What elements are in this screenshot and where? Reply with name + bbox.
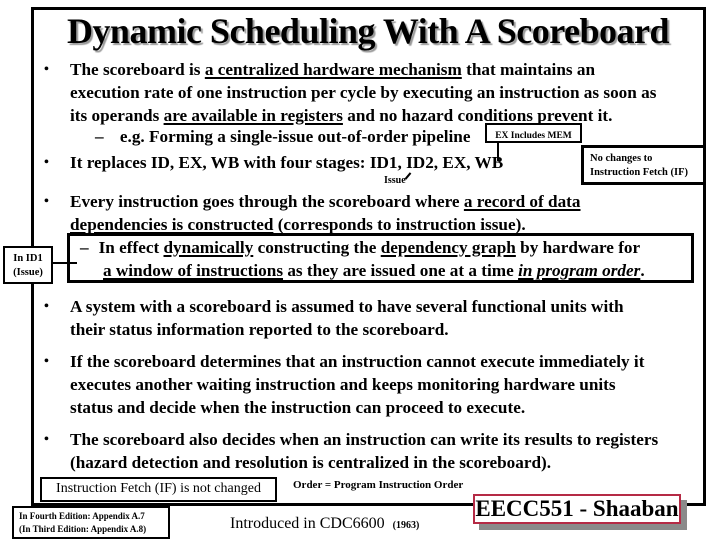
if-not-changed-box: Instruction Fetch (IF) is not changed: [40, 477, 277, 502]
bullet-dot: •: [44, 432, 49, 447]
course-badge: EECC551 - Shaaban: [473, 494, 681, 524]
bullet-1-line-2: execution rate of one instruction per cy…: [70, 83, 657, 102]
bullet-dot: •: [44, 155, 49, 170]
order-note: Order = Program Instruction Order: [293, 479, 464, 491]
bullet-dot: •: [44, 299, 49, 314]
bullet-dot: •: [44, 194, 49, 209]
dash: –: [95, 127, 104, 146]
bullet-3-sub: – In effect dynamically constructing the …: [80, 238, 645, 280]
in-id1-connector-line: [53, 262, 77, 264]
introduced-note: Introduced in CDC6600 (1963): [230, 515, 420, 532]
bullet-1-sub: – e.g. Forming a single-issue out-of-ord…: [95, 127, 471, 146]
edition-reference-box: In Fourth Edition: Appendix A.7 (In Thir…: [12, 506, 170, 539]
bullet-dot: •: [44, 354, 49, 369]
slide-title: Dynamic Scheduling With A Scoreboard: [66, 11, 670, 51]
bullet-1-line-3: its operands are available in registers …: [70, 106, 613, 125]
issue-label: Issue: [384, 175, 406, 186]
introduced-year: (1963): [392, 520, 420, 531]
bullet-3-line-1: Every instruction goes through the score…: [70, 192, 581, 211]
ex-includes-mem-callout: EX Includes MEM: [485, 123, 582, 143]
bullet-1-line-1: The scoreboard is a centralized hardware…: [70, 60, 596, 79]
in-id1-callout: In ID1 (Issue): [3, 246, 53, 284]
dash: –: [80, 238, 89, 257]
bullet-dot: •: [44, 62, 49, 77]
